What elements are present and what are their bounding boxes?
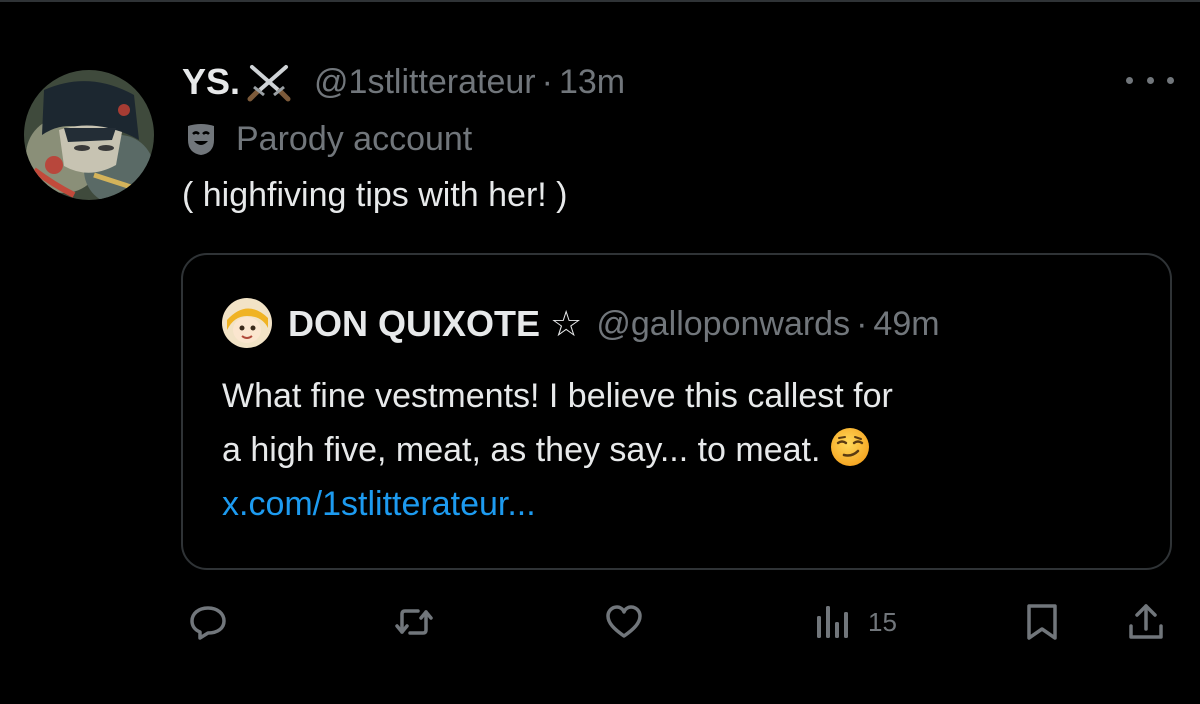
reply-icon bbox=[190, 606, 226, 640]
bookmark-icon bbox=[1027, 604, 1057, 640]
author-avatar[interactable] bbox=[24, 70, 154, 200]
like-button[interactable] bbox=[604, 594, 644, 650]
views-icon bbox=[817, 606, 848, 638]
quoted-text-line: What fine vestments! I believe this call… bbox=[222, 377, 893, 415]
crossed-swords-icon bbox=[244, 61, 294, 103]
quoted-tweet-link[interactable]: x.com/1stlitterateur... bbox=[222, 485, 536, 523]
quoted-author-avatar[interactable] bbox=[222, 298, 272, 348]
repost-button[interactable] bbox=[394, 594, 434, 650]
quoted-author-handle[interactable]: @galloponwards bbox=[596, 305, 850, 344]
tweet-timestamp[interactable]: 13m bbox=[559, 63, 625, 102]
top-divider bbox=[0, 0, 1200, 2]
quoted-text-line: x.com/1stlitterateur... bbox=[222, 477, 1142, 531]
quoted-tweet-header: DON QUIXOTE ☆ @galloponwards · 49m bbox=[288, 297, 940, 351]
reply-button[interactable] bbox=[188, 594, 228, 650]
smirking-face-emoji-icon bbox=[830, 427, 870, 467]
author-handle[interactable]: @1stlitterateur bbox=[314, 63, 536, 102]
tweet-text: ( highfiving tips with her! ) bbox=[182, 176, 568, 214]
parody-account-label: Parody account bbox=[184, 114, 472, 164]
views-count: 15 bbox=[868, 606, 897, 637]
quoted-tweet-text: What fine vestments! I believe this call… bbox=[222, 369, 1142, 531]
share-button[interactable] bbox=[1126, 594, 1166, 650]
share-icon bbox=[1129, 604, 1163, 639]
tweet-action-bar: 15 bbox=[0, 594, 1200, 650]
quoted-text-line: a high five, meat, as they say... to mea… bbox=[222, 423, 1142, 477]
heart-icon bbox=[606, 605, 642, 638]
separator-dot: · bbox=[541, 62, 553, 101]
bookmark-button[interactable] bbox=[1022, 594, 1062, 650]
quoted-tweet-card[interactable]: DON QUIXOTE ☆ @galloponwards · 49m What … bbox=[181, 253, 1172, 570]
star-icon: ☆ bbox=[550, 303, 583, 344]
author-display-name[interactable]: YS. bbox=[182, 61, 240, 103]
more-dot-icon bbox=[1167, 76, 1174, 84]
separator-dot: · bbox=[856, 304, 868, 343]
more-dot-icon bbox=[1126, 76, 1133, 84]
more-options-button[interactable] bbox=[1126, 66, 1174, 94]
views-button[interactable]: 15 bbox=[814, 594, 897, 650]
quoted-tweet-timestamp[interactable]: 49m bbox=[873, 305, 939, 344]
quoted-text-fragment: a high five, meat, as they say... to mea… bbox=[222, 431, 821, 469]
theater-mask-icon bbox=[184, 122, 218, 156]
more-dot-icon bbox=[1146, 76, 1154, 84]
repost-icon bbox=[395, 609, 433, 635]
quoted-author-display-name[interactable]: DON QUIXOTE bbox=[288, 303, 540, 345]
tweet-header: YS. @1stlitterateur · 13m bbox=[182, 54, 625, 110]
parody-label-text: Parody account bbox=[236, 119, 473, 158]
